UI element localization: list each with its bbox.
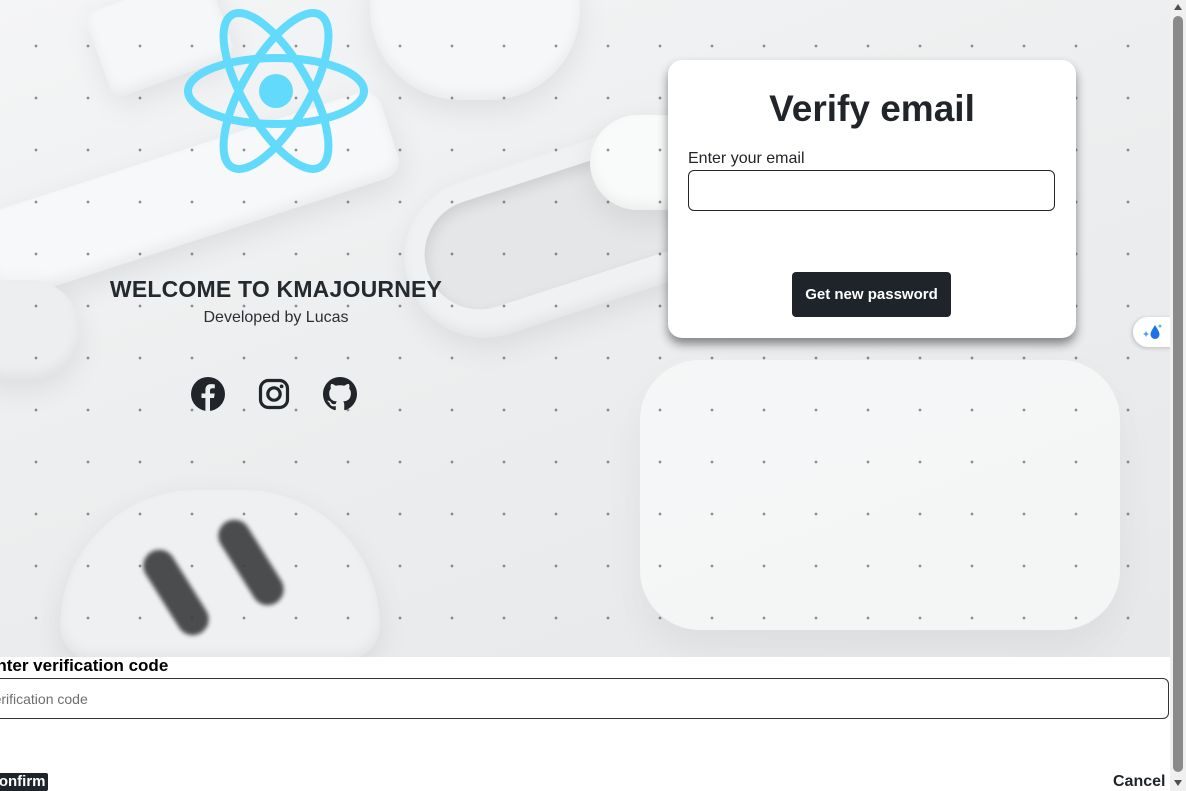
scroll-up-arrow-icon[interactable]	[1170, 0, 1186, 14]
facebook-icon[interactable]	[190, 376, 226, 412]
get-new-password-button[interactable]: Get new password	[792, 272, 951, 317]
card-title: Verify email	[769, 88, 975, 129]
social-links	[190, 376, 358, 412]
side-widget-button[interactable]	[1133, 317, 1173, 347]
sparkle-drop-icon	[1143, 324, 1163, 339]
developer-credit: Developed by Lucas	[203, 309, 349, 326]
cancel-button[interactable]: Cancel	[1113, 773, 1165, 791]
verify-email-card: Verify email Enter your email Get new pa…	[668, 60, 1076, 338]
confirm-button[interactable]: Confirm	[0, 773, 48, 791]
scroll-down-arrow-icon[interactable]	[1170, 775, 1186, 791]
github-icon[interactable]	[322, 376, 358, 412]
scrollbar-thumb[interactable]	[1173, 16, 1183, 772]
instagram-icon[interactable]	[256, 376, 292, 412]
verification-code-label: Enter verification code	[0, 656, 169, 675]
welcome-title: WELCOME TO KMAJOURNEY	[109, 276, 443, 302]
verification-code-input[interactable]	[0, 678, 1169, 719]
email-label: Enter your email	[688, 150, 805, 167]
vertical-scrollbar[interactable]	[1170, 0, 1186, 791]
react-logo-icon	[184, 9, 368, 173]
email-input[interactable]	[688, 170, 1055, 211]
